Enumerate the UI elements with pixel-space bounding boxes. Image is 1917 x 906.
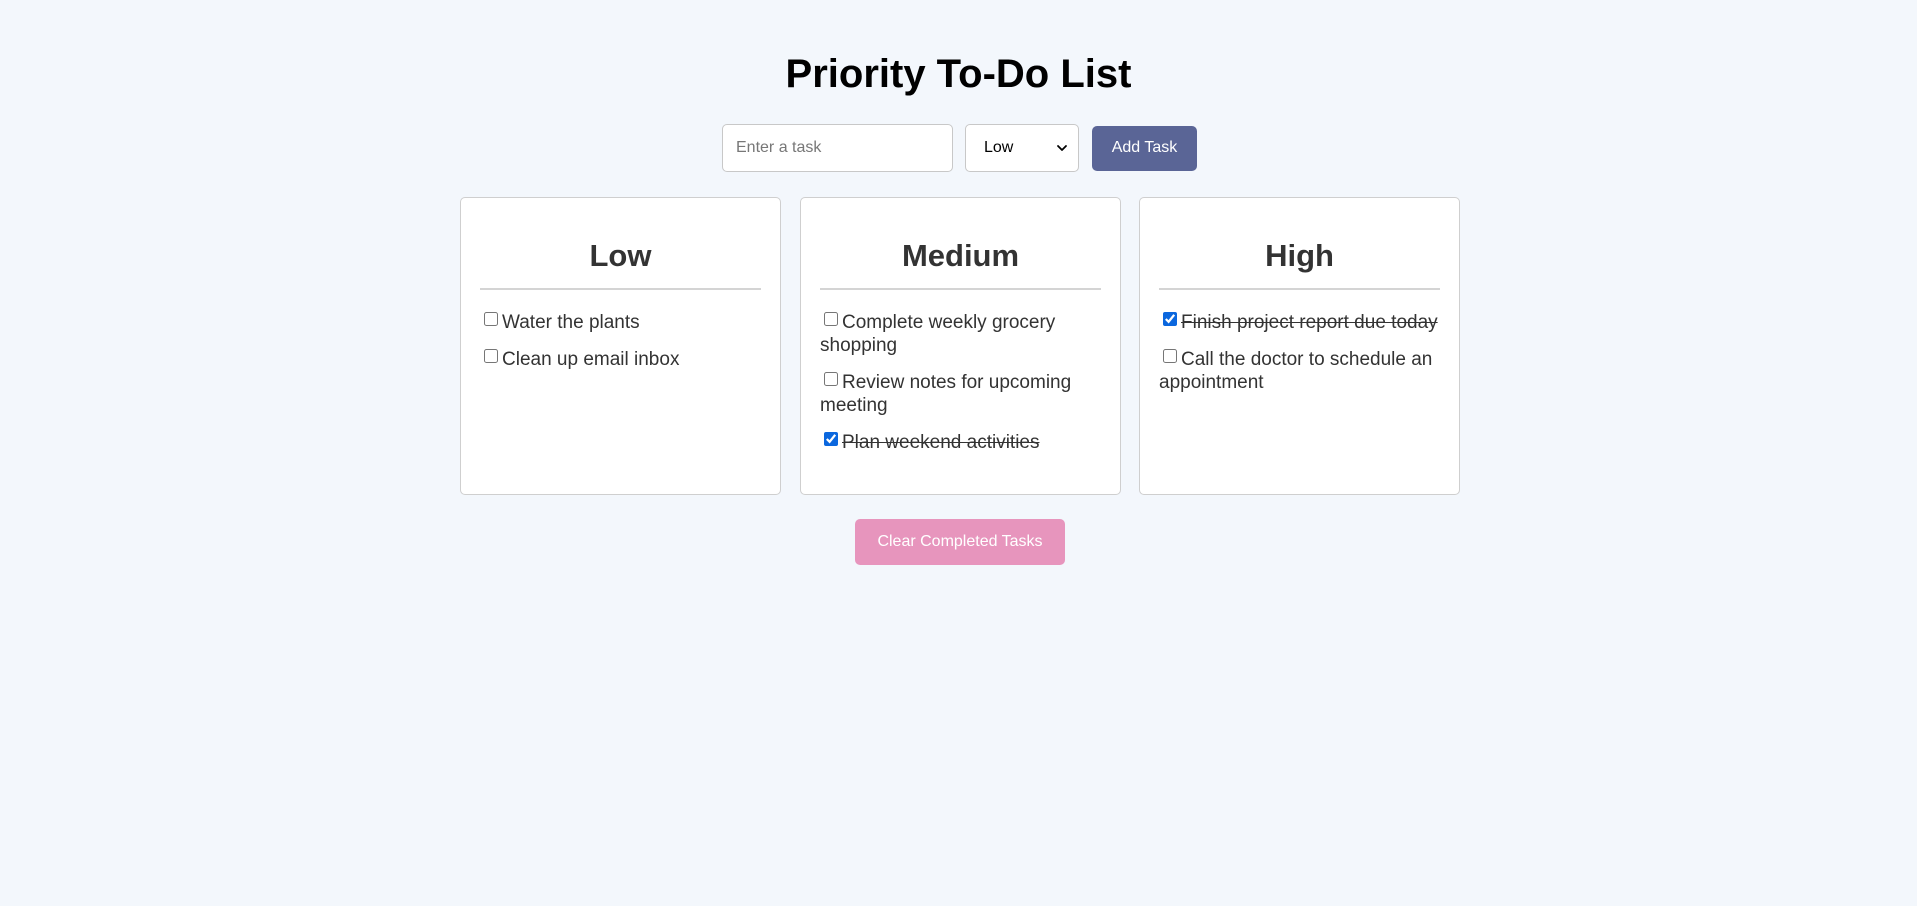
priority-select[interactable]: Low <box>965 124 1079 172</box>
task-checkbox[interactable] <box>824 372 838 386</box>
task-item: Complete weekly grocery shopping <box>820 311 1101 357</box>
task-text: Review notes for upcoming meeting <box>820 372 1072 416</box>
priority-column-medium: Medium Complete weekly grocery shopping … <box>800 197 1121 495</box>
task-text: Finish project report due today <box>1181 312 1438 333</box>
task-item: Call the doctor to schedule an appointme… <box>1159 348 1440 394</box>
priority-select-value: Low <box>984 139 1014 156</box>
chevron-down-icon <box>1057 145 1067 151</box>
page-title: Priority To-Do List <box>785 52 1132 96</box>
task-text: Clean up email inbox <box>502 349 680 370</box>
task-item: Water the plants <box>480 311 761 334</box>
column-heading: High <box>1159 238 1440 290</box>
priority-column-low: Low Water the plants Clean up email inbo… <box>460 197 781 495</box>
task-text: Complete weekly grocery shopping <box>820 312 1056 356</box>
task-checkbox[interactable] <box>1163 312 1177 326</box>
task-item: Review notes for upcoming meeting <box>820 371 1101 417</box>
column-heading: Medium <box>820 238 1101 290</box>
task-item: Clean up email inbox <box>480 348 761 371</box>
task-checkbox[interactable] <box>484 349 498 363</box>
priority-column-high: High Finish project report due today Cal… <box>1139 197 1460 495</box>
clear-completed-button[interactable]: Clear Completed Tasks <box>855 519 1065 565</box>
task-text: Plan weekend activities <box>842 432 1040 453</box>
task-checkbox[interactable] <box>484 312 498 326</box>
task-text: Call the doctor to schedule an appointme… <box>1159 349 1433 393</box>
task-list: Finish project report due today Call the… <box>1140 311 1459 394</box>
task-list: Complete weekly grocery shopping Review … <box>801 311 1120 454</box>
task-item-completed: Plan weekend activities <box>820 431 1101 454</box>
task-text: Water the plants <box>502 312 640 333</box>
task-item-completed: Finish project report due today <box>1159 311 1440 334</box>
task-checkbox[interactable] <box>824 312 838 326</box>
column-heading: Low <box>480 238 761 290</box>
task-checkbox[interactable] <box>824 432 838 446</box>
add-task-form: Low Add Task <box>722 124 1197 172</box>
task-list: Water the plants Clean up email inbox <box>461 311 780 371</box>
task-checkbox[interactable] <box>1163 349 1177 363</box>
add-task-button[interactable]: Add Task <box>1092 125 1197 171</box>
task-input[interactable] <box>722 124 953 172</box>
